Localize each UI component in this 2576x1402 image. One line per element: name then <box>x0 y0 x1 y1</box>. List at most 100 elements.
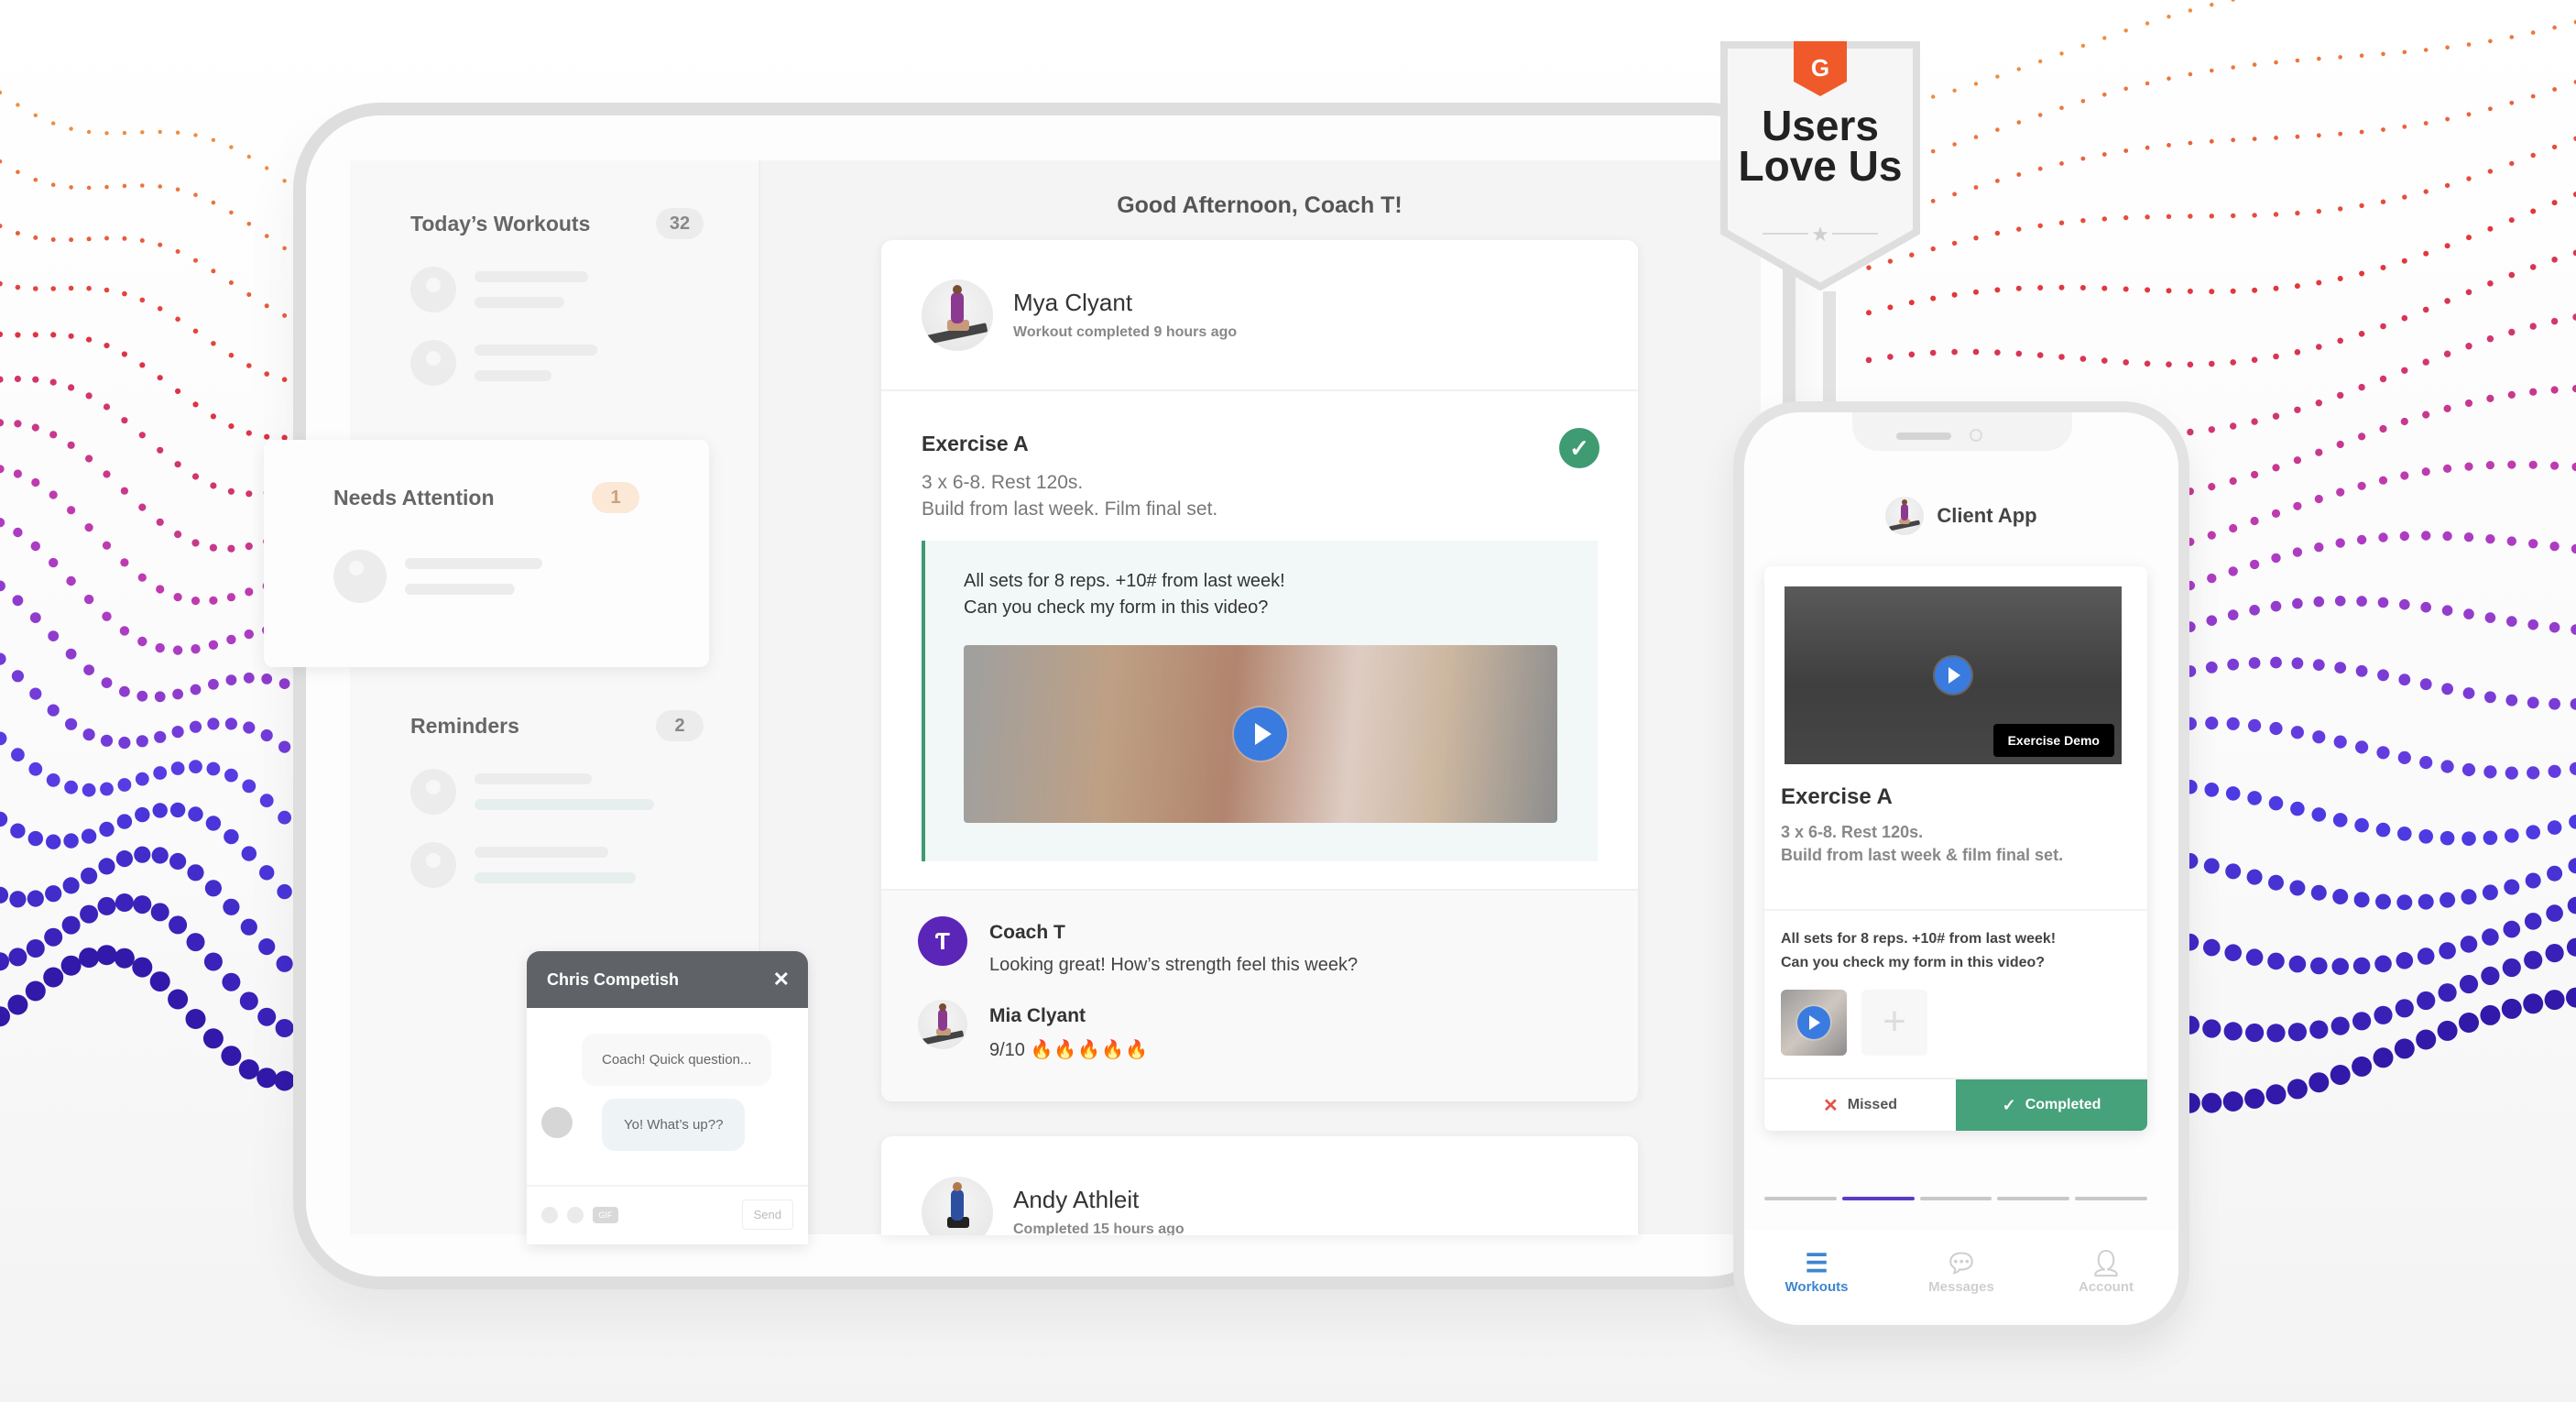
decorative-dot <box>191 473 200 480</box>
client-avatar <box>918 1000 967 1049</box>
note-text: All sets for 8 reps. +10# from last week… <box>964 568 1559 621</box>
sidebar-section-reminders[interactable]: Reminders 2 <box>410 710 704 888</box>
flame-icons: 🔥🔥🔥🔥🔥 <box>1030 1040 1150 1060</box>
decorative-dot <box>2507 390 2516 399</box>
decorative-dot <box>120 487 128 495</box>
decorative-dot <box>25 980 46 1002</box>
close-icon[interactable]: ✕ <box>773 968 790 991</box>
decorative-dot <box>121 351 127 357</box>
decorative-dot <box>122 130 127 136</box>
workout-card[interactable]: Andy Athleit Completed 15 hours ago <box>881 1136 1638 1235</box>
decorative-dot <box>2459 1013 2479 1033</box>
decorative-dot <box>2549 621 2560 633</box>
video-thumbnail[interactable] <box>1781 990 1847 1056</box>
decorative-dot <box>1952 192 1958 197</box>
decorative-dot <box>140 183 145 188</box>
decorative-dot <box>33 286 38 291</box>
exercise-demo-video[interactable]: Exercise Demo <box>1785 586 2122 764</box>
decorative-dot <box>2294 406 2301 413</box>
decorative-dot <box>2487 169 2494 174</box>
play-icon[interactable] <box>1234 707 1287 761</box>
page-dot[interactable] <box>1841 1197 1915 1200</box>
decorative-dot <box>152 803 168 818</box>
decorative-dot <box>2459 974 2479 994</box>
video-thumbnails: + <box>1781 990 2131 1056</box>
missed-button[interactable]: ✕ Missed <box>1764 1079 1956 1131</box>
decorative-dot <box>1973 82 1979 86</box>
needs-attention-card[interactable]: Needs Attention 1 <box>264 440 709 667</box>
decorative-dot <box>2529 323 2537 330</box>
decorative-dot <box>153 766 168 780</box>
decorative-dot <box>2547 865 2563 882</box>
page-dot[interactable] <box>2075 1197 2147 1200</box>
decorative-dot <box>83 664 94 675</box>
decorative-dot <box>0 811 8 827</box>
decorative-dot <box>2038 59 2043 64</box>
play-icon[interactable] <box>1797 1006 1830 1039</box>
comment-author: Coach T <box>989 922 1065 943</box>
emoji-icon[interactable] <box>567 1206 584 1223</box>
decorative-dot <box>175 388 181 394</box>
decorative-dot <box>2145 287 2151 293</box>
page-dot[interactable] <box>1919 1197 1992 1200</box>
decorative-dot <box>1973 235 1979 241</box>
count-badge: 32 <box>656 208 704 239</box>
decorative-dot <box>138 503 147 511</box>
decorative-dot <box>155 642 165 653</box>
completed-button[interactable]: ✓ Completed <box>1956 1079 2147 1131</box>
decorative-dot <box>2314 542 2324 553</box>
gif-button[interactable]: GIF <box>593 1206 618 1223</box>
sidebar-section-todays-workouts[interactable]: Today’s Workouts 32 <box>410 160 704 386</box>
page-dot[interactable] <box>1997 1197 2070 1200</box>
send-button[interactable]: Send <box>741 1199 793 1230</box>
decorative-dot <box>2338 206 2343 212</box>
decorative-dot <box>1995 179 2000 183</box>
decorative-dot <box>2101 357 2108 364</box>
decorative-dot <box>2571 385 2576 393</box>
decorative-dot <box>2123 28 2128 33</box>
client-header[interactable]: Andy Athleit Completed 15 hours ago <box>881 1136 1638 1235</box>
decorative-dot <box>31 477 40 487</box>
decorative-dot <box>140 130 145 135</box>
decorative-dot <box>50 182 56 187</box>
decorative-dot <box>2058 220 2065 225</box>
decorative-dot <box>2244 1088 2265 1109</box>
tab-account[interactable]: 👤︎ Account <box>2051 1248 2161 1321</box>
decorative-dot <box>2295 210 2300 216</box>
decorative-dot <box>2205 661 2218 674</box>
decorative-dot <box>2423 121 2429 126</box>
decorative-dot <box>2445 116 2450 122</box>
section-title: Today’s Workouts <box>410 211 591 235</box>
decorative-dot <box>2036 352 2044 358</box>
page-indicator[interactable] <box>1764 1197 2147 1200</box>
camera-icon[interactable] <box>541 1206 558 1223</box>
tab-workouts[interactable]: ☰ Workouts <box>1762 1248 1872 1321</box>
decorative-dot <box>2508 271 2516 279</box>
badge-stem <box>1823 291 1836 406</box>
decorative-dot <box>2438 983 2457 1002</box>
chat-toolbar: GIF Send <box>527 1187 808 1243</box>
page-dot[interactable] <box>1764 1197 1837 1200</box>
play-icon[interactable] <box>1935 657 1971 694</box>
decorative-dot <box>85 455 93 463</box>
decorative-dot <box>2506 536 2516 546</box>
decorative-dot <box>2527 766 2540 780</box>
decorative-dot <box>1930 246 1936 252</box>
decorative-dot <box>2358 433 2366 441</box>
client-header[interactable]: Mya Clyant Workout completed 9 hours ago <box>881 240 1638 391</box>
decorative-dot <box>2402 49 2407 55</box>
decorative-dot <box>2483 765 2497 779</box>
decorative-dot <box>211 137 216 142</box>
decorative-dot <box>264 303 269 309</box>
add-video-button[interactable]: + <box>1861 990 1927 1056</box>
tab-messages[interactable]: 💬︎ Messages <box>1906 1248 2016 1321</box>
decorative-dot <box>2252 287 2258 293</box>
comment: Ƭ Coach T Looking great! How’s strength … <box>918 916 1601 976</box>
decorative-dot <box>15 332 21 338</box>
decorative-dot <box>211 200 216 205</box>
decorative-dot <box>2466 176 2472 181</box>
tab-label: Messages <box>1928 1279 1994 1295</box>
form-video[interactable] <box>964 645 1557 823</box>
message-outgoing: Yo! What’s up?? <box>602 1099 746 1151</box>
decorative-dot <box>117 778 132 792</box>
